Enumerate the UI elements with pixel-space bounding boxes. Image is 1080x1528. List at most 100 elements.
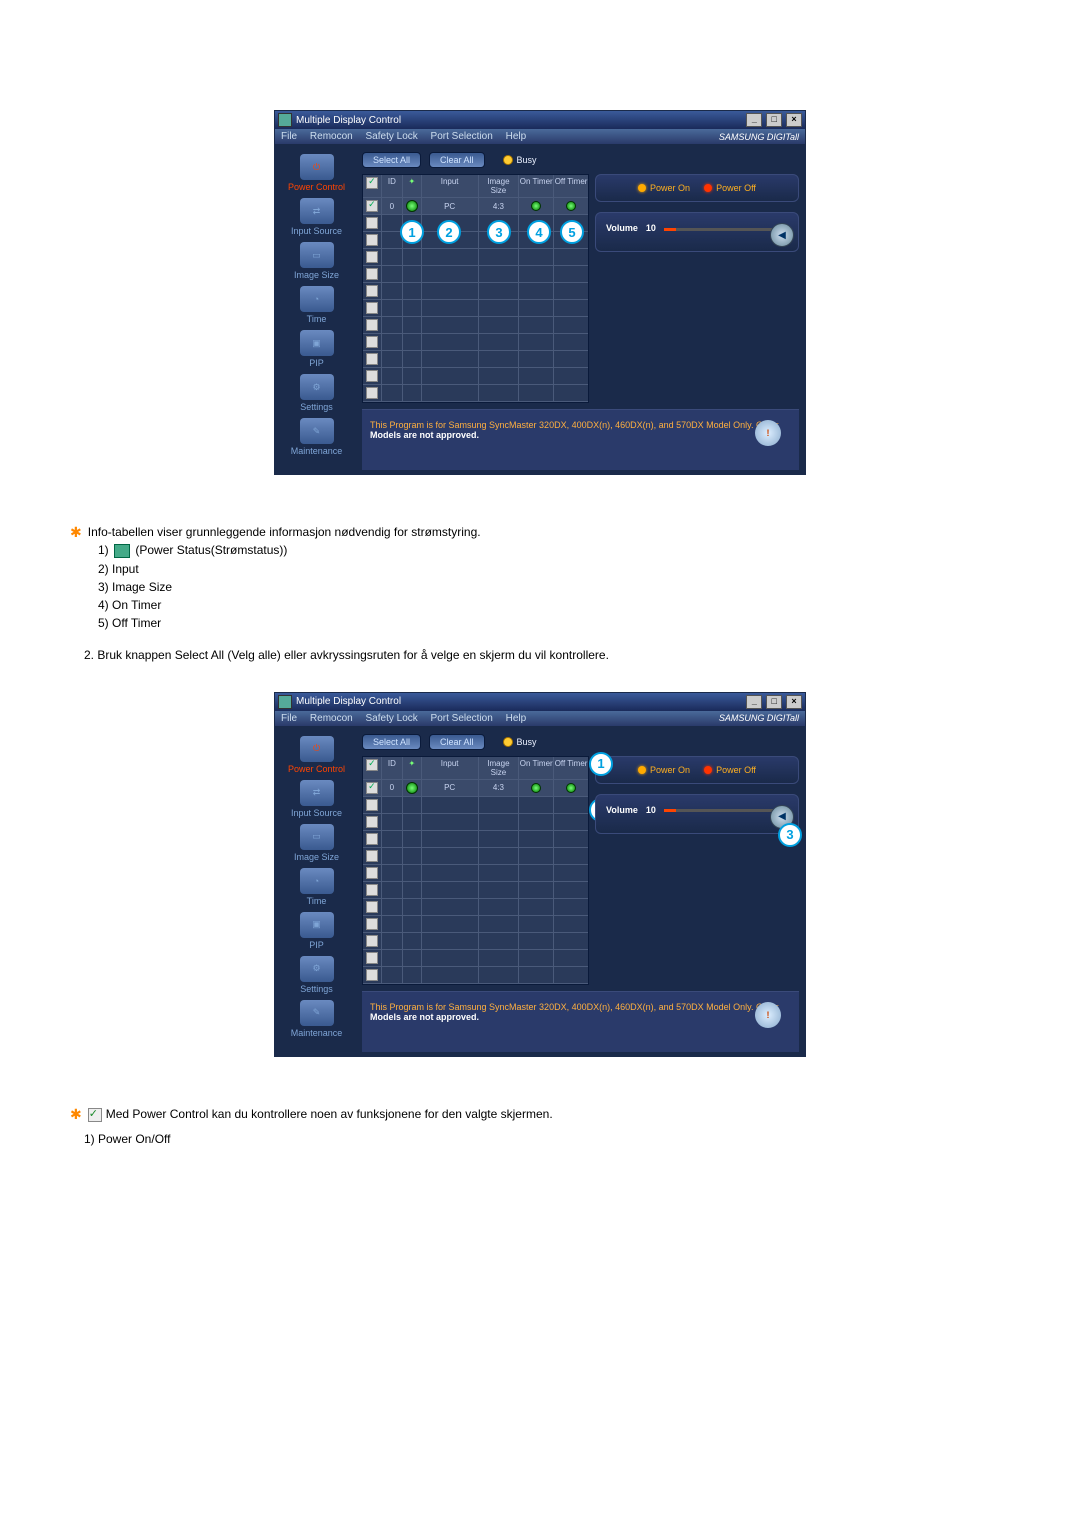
power-off-button[interactable]: Power Off [704, 765, 756, 775]
minimize-button[interactable]: _ [746, 695, 762, 709]
power-on-button[interactable]: Power On [638, 765, 690, 775]
grid-row-empty[interactable] [363, 385, 588, 402]
menu-port-selection[interactable]: Port Selection [431, 713, 493, 724]
power-off-button[interactable]: Power Off [704, 183, 756, 193]
sidebar-item-pip[interactable]: ▣ PIP [275, 330, 358, 368]
grid-row-empty[interactable] [363, 334, 588, 351]
row-checkbox[interactable] [366, 200, 378, 212]
grid-row-empty[interactable] [363, 865, 588, 882]
menu-file[interactable]: File [281, 713, 297, 724]
grid-row-empty[interactable] [363, 351, 588, 368]
row-checkbox[interactable] [366, 969, 378, 981]
grid-row[interactable]: 0 PC 4:3 [363, 198, 588, 215]
header-checkbox[interactable] [366, 177, 378, 189]
sidebar-item-input-source[interactable]: ⇄ Input Source [275, 198, 358, 236]
sidebar-item-input-source[interactable]: ⇄Input Source [275, 780, 358, 818]
power-off-label: Power Off [716, 183, 756, 193]
grid-row-empty[interactable] [363, 300, 588, 317]
busy-label: Busy [517, 155, 537, 165]
minimize-button[interactable]: _ [746, 113, 762, 127]
display-grid: ID ✦ Input Image Size On Timer Off Timer… [362, 174, 589, 403]
sidebar-item-time[interactable]: ◔ Time [275, 286, 358, 324]
power-status-led [406, 200, 418, 212]
grid-row-empty[interactable] [363, 215, 588, 232]
row-checkbox[interactable] [366, 867, 378, 879]
col-status-icon: ✦ [403, 175, 422, 198]
volume-knob-icon[interactable]: ◀ [770, 223, 794, 247]
close-button[interactable]: × [786, 695, 802, 709]
select-all-button[interactable]: Select All [362, 152, 421, 168]
volume-slider[interactable] [664, 228, 788, 231]
grid-row-empty[interactable] [363, 967, 588, 984]
row-checkbox[interactable] [366, 901, 378, 913]
grid-row-empty[interactable] [363, 232, 588, 249]
power-on-label: Power On [650, 765, 690, 775]
row-checkbox[interactable] [366, 353, 378, 365]
sidebar-item-image-size[interactable]: ▭Image Size [275, 824, 358, 862]
sidebar-item-pip[interactable]: ▣PIP [275, 912, 358, 950]
grid-row-empty[interactable] [363, 848, 588, 865]
grid-row-empty[interactable] [363, 933, 588, 950]
grid-row-empty[interactable] [363, 916, 588, 933]
sidebar-item-maintenance[interactable]: ✎ Maintenance [275, 418, 358, 456]
grid-row-empty[interactable] [363, 317, 588, 334]
time-icon: ◔ [300, 868, 334, 894]
row-checkbox[interactable] [366, 387, 378, 399]
menu-safety-lock[interactable]: Safety Lock [366, 713, 418, 724]
select-all-button[interactable]: Select All [362, 734, 421, 750]
sidebar-item-time[interactable]: ◔ Time [275, 868, 358, 906]
clear-all-button[interactable]: Clear All [429, 152, 485, 168]
sidebar-item-settings[interactable]: ⚙ Settings [275, 374, 358, 412]
sidebar-item-power-control[interactable]: ⏻Power Control [275, 736, 358, 774]
row-checkbox[interactable] [366, 799, 378, 811]
row-checkbox[interactable] [366, 251, 378, 263]
grid-row-empty[interactable] [363, 266, 588, 283]
menu-port-selection[interactable]: Port Selection [431, 131, 493, 142]
header-checkbox[interactable] [366, 759, 378, 771]
row-checkbox[interactable] [366, 217, 378, 229]
maximize-button[interactable]: □ [766, 695, 782, 709]
sidebar-item-maintenance[interactable]: ✎Maintenance [275, 1000, 358, 1038]
menu-help[interactable]: Help [506, 131, 527, 142]
row-checkbox[interactable] [366, 319, 378, 331]
grid-row-empty[interactable] [363, 899, 588, 916]
grid-row-empty[interactable] [363, 283, 588, 300]
grid-row-empty[interactable] [363, 249, 588, 266]
grid-row-empty[interactable] [363, 882, 588, 899]
grid-row-empty[interactable] [363, 797, 588, 814]
row-checkbox[interactable] [366, 370, 378, 382]
grid-row[interactable]: 0 PC 4:3 [363, 780, 588, 797]
sidebar-item-power-control[interactable]: ⏻ Power Control [275, 154, 358, 192]
close-button[interactable]: × [786, 113, 802, 127]
menu-remocon[interactable]: Remocon [310, 131, 353, 142]
row-checkbox[interactable] [366, 918, 378, 930]
sidebar-label: Time [275, 896, 358, 906]
row-checkbox[interactable] [366, 302, 378, 314]
row-checkbox[interactable] [366, 268, 378, 280]
row-checkbox[interactable] [366, 336, 378, 348]
volume-slider[interactable] [664, 809, 788, 812]
grid-row-empty[interactable] [363, 950, 588, 967]
menu-file[interactable]: File [281, 131, 297, 142]
grid-row-empty[interactable] [363, 368, 588, 385]
grid-row-empty[interactable] [363, 814, 588, 831]
row-checkbox[interactable] [366, 782, 378, 794]
row-checkbox[interactable] [366, 952, 378, 964]
row-checkbox[interactable] [366, 234, 378, 246]
grid-row-empty[interactable] [363, 831, 588, 848]
power-on-button[interactable]: Power On [638, 183, 690, 193]
row-checkbox[interactable] [366, 285, 378, 297]
image-size-icon: ▭ [300, 824, 334, 850]
menu-remocon[interactable]: Remocon [310, 713, 353, 724]
row-checkbox[interactable] [366, 816, 378, 828]
row-checkbox[interactable] [366, 850, 378, 862]
menu-help[interactable]: Help [506, 713, 527, 724]
row-checkbox[interactable] [366, 833, 378, 845]
menu-safety-lock[interactable]: Safety Lock [366, 131, 418, 142]
row-checkbox[interactable] [366, 935, 378, 947]
clear-all-button[interactable]: Clear All [429, 734, 485, 750]
sidebar-item-image-size[interactable]: ▭ Image Size [275, 242, 358, 280]
sidebar-item-settings[interactable]: ⚙Settings [275, 956, 358, 994]
maximize-button[interactable]: □ [766, 113, 782, 127]
row-checkbox[interactable] [366, 884, 378, 896]
